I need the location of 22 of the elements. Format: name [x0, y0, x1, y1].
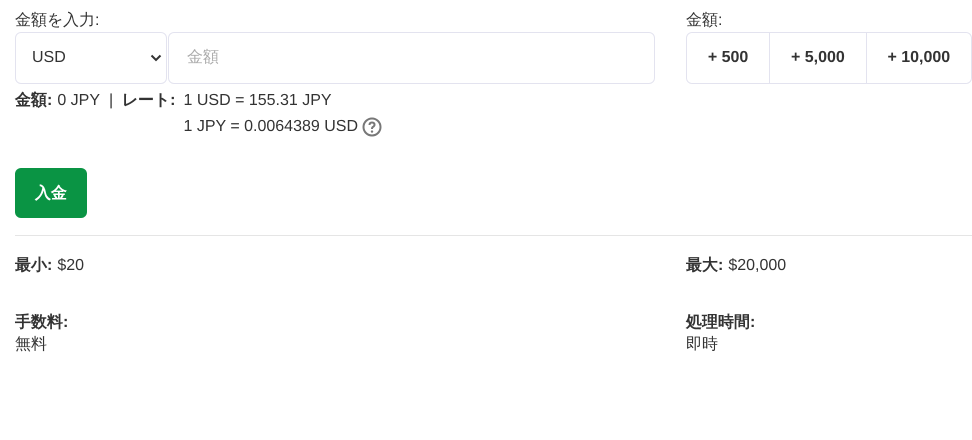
quick-amount-button[interactable]: + 10,000: [866, 33, 972, 83]
help-icon[interactable]: [362, 117, 382, 137]
info-value: $20: [57, 256, 84, 276]
field-label: 金額:: [686, 10, 724, 31]
info-label: 処理時間:: [686, 312, 756, 333]
field-label: 金額を入力:: [15, 10, 100, 31]
chevron-down-icon: [150, 54, 162, 62]
separator: |: [109, 91, 114, 111]
amount-field[interactable]: 金額: [168, 32, 655, 84]
info-label: 最大:: [686, 256, 724, 276]
info-value: 無料: [15, 334, 47, 355]
info-value: 即時: [686, 334, 718, 355]
info-value: $20,000: [728, 256, 786, 276]
info-label: 最小:: [15, 256, 52, 276]
deposit-button[interactable]: 入金: [15, 168, 87, 218]
info-label: 手数料:: [15, 312, 68, 333]
rate-label: レート:: [122, 91, 176, 111]
amount-value: 0 JPY: [57, 91, 100, 111]
amount-label: 金額:: [15, 90, 52, 111]
currency-select[interactable]: USD: [15, 32, 167, 84]
exchange-rate: 1 USD = 155.31 JPY: [184, 91, 332, 111]
exchange-rate: 1 JPY = 0.0064389 USD: [184, 117, 358, 137]
